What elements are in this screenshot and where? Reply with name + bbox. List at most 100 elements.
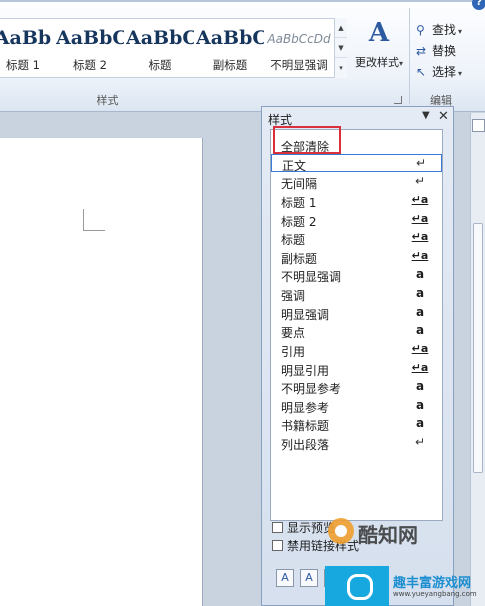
binoculars-icon: ⚲ bbox=[416, 23, 425, 37]
gallery-style-subtitle[interactable]: AaBbC 副标题 bbox=[196, 19, 264, 77]
find-button[interactable]: ⚲ 查找 ▾ bbox=[416, 20, 462, 41]
style-inspector-icon[interactable]: A bbox=[300, 569, 318, 587]
style-item-label: 明显引用 bbox=[281, 364, 330, 378]
change-styles-icon: A bbox=[368, 18, 390, 48]
character-style-icon: a bbox=[415, 305, 425, 319]
select-label: 选择 bbox=[432, 65, 457, 79]
replace-icon: ⇄ bbox=[416, 44, 427, 58]
linked-style-icon: ↵a bbox=[411, 361, 429, 374]
change-styles-label: 更改样式 bbox=[354, 56, 399, 69]
linked-style-icon: ↵a bbox=[411, 193, 429, 206]
select-button[interactable]: ↖ 选择 ▾ bbox=[416, 62, 462, 83]
gallery-scrollbar[interactable]: ▲ ▼ ▾ bbox=[334, 18, 347, 78]
style-item-label: 强调 bbox=[281, 289, 306, 303]
linked-style-icon: ↵a bbox=[411, 249, 429, 262]
style-list: 全部清除 正文 ↵ 无间隔 ↵ 标题 1 ↵a 标题 2 ↵a 标题 ↵a 副标… bbox=[270, 129, 443, 521]
character-style-icon: a bbox=[415, 267, 425, 281]
chevron-down-icon: ▾ bbox=[458, 69, 463, 78]
style-item-label: 明显参考 bbox=[281, 401, 330, 415]
gallery-style-subtle-emphasis[interactable]: AaBbCcDd 不明显强调 bbox=[264, 19, 334, 77]
replace-button[interactable]: ⇄ 替换 bbox=[416, 41, 462, 62]
gallery-style-name: 标题 2 bbox=[73, 58, 107, 72]
style-item-label: 标题 bbox=[281, 233, 306, 247]
character-style-icon: a bbox=[415, 286, 425, 300]
watermark-text: 酷知网 bbox=[358, 523, 418, 547]
style-item-label: 副标题 bbox=[281, 252, 318, 266]
gallery-style-preview: AaBbC bbox=[196, 27, 264, 49]
ribbon-top-border bbox=[0, 0, 485, 2]
style-item-emphasis[interactable]: 强调 a bbox=[271, 285, 442, 303]
style-item-label: 标题 2 bbox=[281, 215, 317, 229]
cursor-icon: ↖ bbox=[416, 65, 427, 79]
styles-group-label: 样式 bbox=[96, 94, 119, 107]
gallery-more-icon[interactable]: ▾ bbox=[335, 58, 347, 78]
scrollbar-thumb[interactable] bbox=[473, 223, 483, 473]
quick-styles-gallery: AaBb 标题 1 AaBbC 标题 2 AaBbC 标题 AaBbC 副标题 … bbox=[0, 18, 346, 78]
style-item-intense-reference[interactable]: 明显参考 a bbox=[271, 397, 442, 415]
ruler-toggle-icon[interactable] bbox=[472, 119, 485, 132]
paragraph-style-icon: ↵ bbox=[414, 174, 426, 188]
style-item-no-spacing[interactable]: 无间隔 ↵ bbox=[271, 173, 442, 191]
character-style-icon: a bbox=[415, 323, 425, 337]
change-styles-label-wrap: 更改样式▾ bbox=[352, 54, 406, 70]
style-item-list-paragraph[interactable]: 列出段落 ↵ bbox=[271, 434, 442, 452]
style-item-book-title[interactable]: 书籍标题 a bbox=[271, 415, 442, 433]
ribbon: ? AaBb 标题 1 AaBbC 标题 2 AaBbC 标题 AaBbC 副标… bbox=[0, 0, 485, 112]
gallery-style-title[interactable]: AaBbC 标题 bbox=[126, 19, 194, 77]
gallery-style-name: 标题 bbox=[148, 58, 172, 72]
style-item-subtle-emphasis[interactable]: 不明显强调 a bbox=[271, 266, 442, 284]
watermark-corner: 趣丰富游戏网 www.yueyangbang.com bbox=[325, 566, 485, 606]
gallery-style-name: 副标题 bbox=[212, 58, 248, 72]
group-separator bbox=[409, 8, 410, 104]
new-style-icon[interactable]: A bbox=[276, 569, 294, 587]
gallery-style-name: 标题 1 bbox=[6, 58, 40, 72]
style-item-intense-emphasis[interactable]: 明显强调 a bbox=[271, 304, 442, 322]
style-item-subtitle[interactable]: 副标题 ↵a bbox=[271, 248, 442, 266]
style-item-heading1[interactable]: 标题 1 ↵a bbox=[271, 192, 442, 210]
watermark-corner-logo-icon bbox=[325, 566, 389, 606]
gallery-style-heading1[interactable]: AaBb 标题 1 bbox=[0, 19, 60, 77]
watermark-corner-title: 趣丰富游戏网 bbox=[393, 576, 472, 591]
watermark-corner-url: www.yueyangbang.com bbox=[393, 590, 477, 598]
watermark-logo-icon bbox=[328, 518, 354, 544]
chevron-down-icon: ▾ bbox=[398, 59, 403, 68]
character-style-icon: a bbox=[415, 416, 425, 430]
find-label: 查找 bbox=[432, 23, 457, 37]
dialog-launcher-icon[interactable] bbox=[394, 96, 402, 104]
character-style-icon: a bbox=[415, 398, 425, 412]
style-item-heading2[interactable]: 标题 2 ↵a bbox=[271, 211, 442, 229]
gallery-style-name: 不明显强调 bbox=[270, 58, 328, 72]
paragraph-style-icon: ↵ bbox=[415, 156, 427, 170]
style-item-subtle-reference[interactable]: 不明显参考 a bbox=[271, 378, 442, 396]
style-item-label: 不明显参考 bbox=[281, 382, 342, 396]
vertical-scrollbar[interactable] bbox=[470, 113, 485, 606]
gallery-style-heading2[interactable]: AaBbC 标题 2 bbox=[56, 19, 124, 77]
pane-options-icon[interactable]: ▼ bbox=[422, 110, 430, 121]
character-style-icon: a bbox=[415, 379, 425, 393]
gallery-down-icon[interactable]: ▼ bbox=[335, 38, 347, 58]
gallery-style-preview: AaBbC bbox=[56, 27, 124, 49]
help-icon[interactable]: ? bbox=[472, 0, 485, 10]
margin-corner-mark bbox=[83, 209, 105, 231]
highlight-annotation bbox=[273, 126, 341, 154]
replace-label: 替换 bbox=[432, 44, 457, 58]
style-item-intense-quote[interactable]: 明显引用 ↵a bbox=[271, 360, 442, 378]
style-item-label: 标题 1 bbox=[281, 196, 317, 210]
gallery-style-preview: AaBbC bbox=[126, 27, 194, 49]
style-item-label: 引用 bbox=[281, 345, 306, 359]
style-item-normal[interactable]: 正文 ↵ bbox=[271, 154, 442, 173]
style-item-label: 列出段落 bbox=[281, 438, 330, 452]
chevron-down-icon: ▾ bbox=[458, 27, 463, 36]
linked-style-icon: ↵a bbox=[411, 212, 429, 225]
change-styles-button[interactable]: A 更改样式▾ bbox=[352, 18, 406, 80]
gallery-up-icon[interactable]: ▲ bbox=[335, 18, 347, 38]
style-item-quote[interactable]: 引用 ↵a bbox=[271, 341, 442, 359]
close-icon[interactable]: ✕ bbox=[438, 109, 449, 124]
style-item-label: 明显强调 bbox=[281, 308, 330, 322]
watermark-center: 酷知网 bbox=[232, 516, 462, 560]
style-item-title[interactable]: 标题 ↵a bbox=[271, 229, 442, 247]
gallery-style-preview: AaBbCcDd bbox=[267, 32, 331, 46]
style-item-strong[interactable]: 要点 a bbox=[271, 322, 442, 340]
gallery-style-preview: AaBb bbox=[0, 27, 52, 49]
style-item-label: 正文 bbox=[282, 159, 307, 173]
